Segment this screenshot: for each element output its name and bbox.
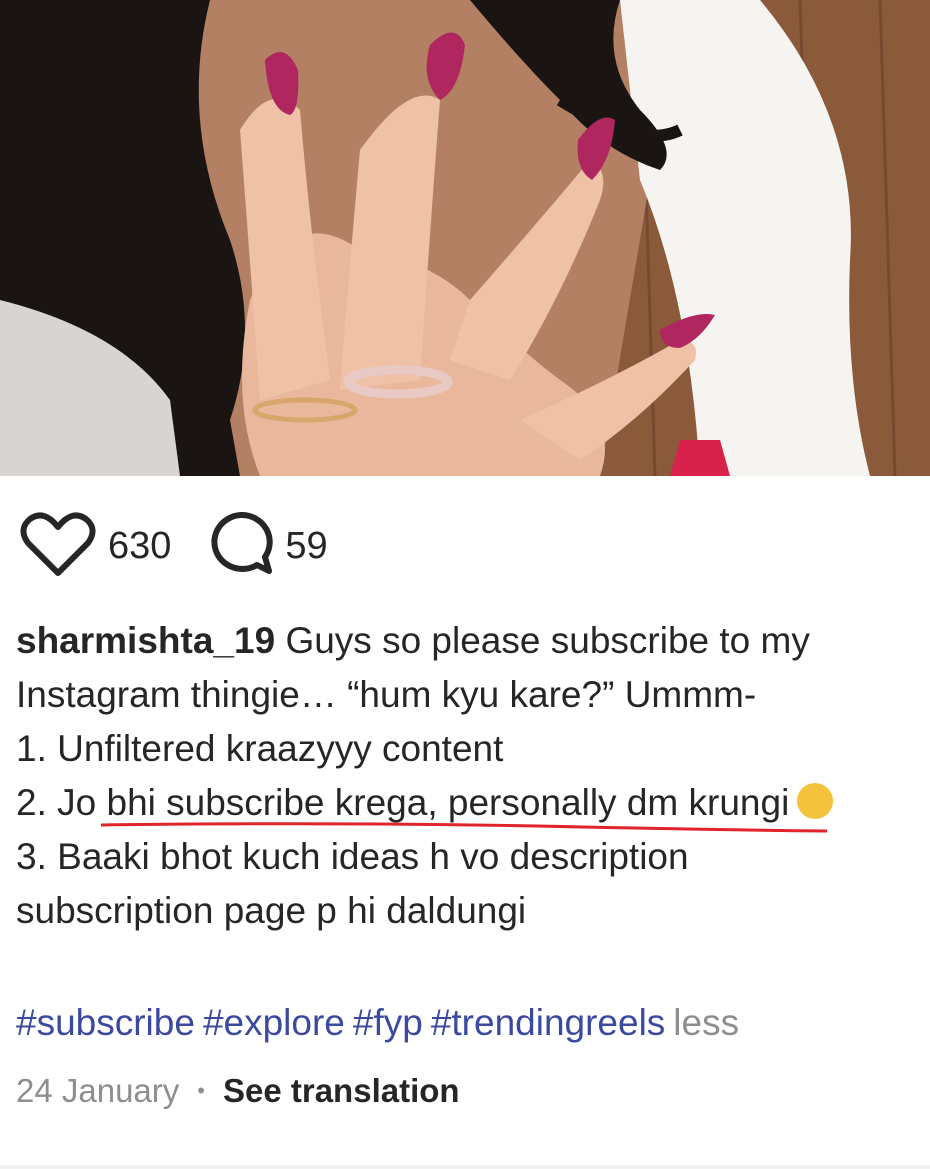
separator-dot: •	[197, 1078, 205, 1103]
caption-text: subscription page p hi daldungi	[16, 890, 527, 931]
caption-text: 1. Unfiltered kraazyyy content	[16, 728, 504, 769]
caption-text: Instagram thingie… “hum kyu kare?” Ummm-	[16, 674, 757, 715]
post-photo[interactable]	[0, 0, 930, 476]
caption-line-3: 1. Unfiltered kraazyyy content	[16, 722, 921, 776]
caption-text: bhi subscribe krega, personally dm krung…	[106, 782, 790, 823]
post-date: 24 January	[16, 1072, 180, 1109]
comment-button[interactable]: 59	[209, 511, 328, 582]
hashtag-row: #subscribe #explore #fyp #trendingreels less	[16, 996, 739, 1050]
username-link[interactable]: sharmishta_19	[16, 620, 275, 661]
less-button[interactable]: less	[673, 1002, 739, 1043]
laughing-emoji-icon	[797, 783, 834, 819]
caption-line-5: 3. Baaki bhot kuch ideas h vo descriptio…	[16, 830, 921, 884]
see-translation-button[interactable]: See translation	[223, 1066, 460, 1116]
red-underline-marker	[101, 820, 828, 834]
caption-text: Guys so please subscribe to my	[285, 620, 810, 661]
hashtag-link[interactable]: #subscribe	[16, 1002, 195, 1043]
divider	[0, 1165, 930, 1169]
caption-line-1: sharmishta_19 Guys so please subscribe t…	[16, 614, 921, 668]
heart-icon	[20, 511, 96, 582]
comment-count: 59	[285, 524, 328, 567]
caption-text: 3. Baaki bhot kuch ideas h vo descriptio…	[16, 836, 689, 877]
underlined-caption: bhi subscribe krega, personally dm krung…	[107, 776, 834, 830]
speech-bubble-icon	[209, 511, 274, 582]
hashtag-link[interactable]: #fyp	[353, 1002, 423, 1043]
post-caption: sharmishta_19 Guys so please subscribe t…	[16, 614, 921, 938]
like-count: 630	[108, 524, 172, 567]
post-photo-illustration	[0, 0, 930, 476]
caption-line-6: subscription page p hi daldungi	[16, 884, 921, 938]
like-button[interactable]: 630	[20, 511, 171, 582]
post-actions: 630 59	[20, 511, 328, 582]
post-meta: 24 January • See translation	[16, 1066, 460, 1116]
hashtag-link[interactable]: #trendingreels	[431, 1002, 665, 1043]
hashtag-link[interactable]: #explore	[203, 1002, 345, 1043]
caption-line-4: 2. Jo bhi subscribe krega, personally dm…	[16, 776, 921, 830]
caption-text: 2. Jo	[16, 782, 97, 823]
caption-line-2: Instagram thingie… “hum kyu kare?” Ummm-	[16, 668, 921, 722]
